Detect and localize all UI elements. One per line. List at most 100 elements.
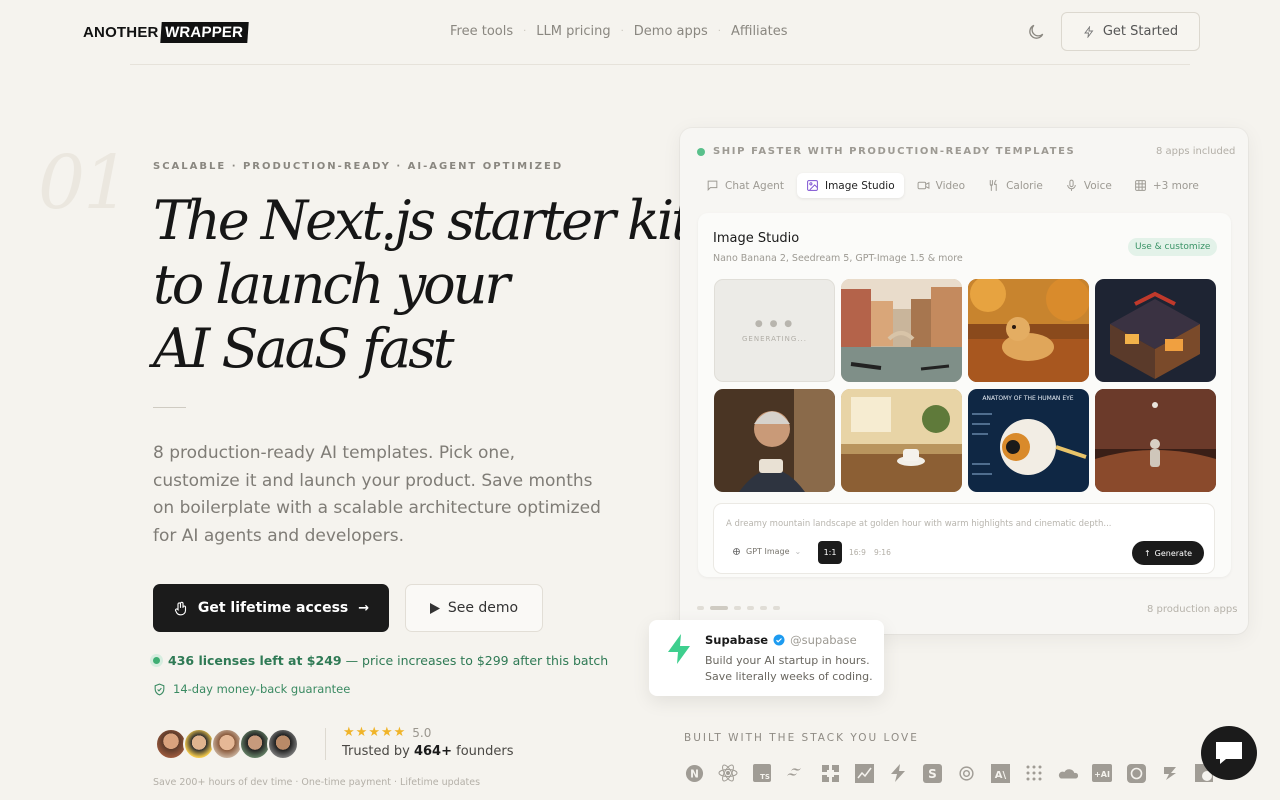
video-icon bbox=[917, 181, 930, 190]
cafe-image bbox=[841, 389, 962, 492]
author-name: Supabase bbox=[705, 633, 769, 647]
guarantee-text: 14-day money-back guarantee bbox=[173, 682, 351, 696]
grid-icon bbox=[1134, 180, 1146, 191]
chat-bubble-icon bbox=[1216, 742, 1242, 764]
stack-title: BUILT WITH THE STACK YOU LOVE bbox=[684, 732, 919, 744]
trusted-suffix: founders bbox=[456, 744, 514, 759]
tab-chat-agent[interactable]: Chat Agent bbox=[697, 173, 793, 198]
image-tile-astronaut[interactable] bbox=[1095, 389, 1216, 492]
tab-voice[interactable]: Voice bbox=[1056, 173, 1121, 198]
ratio-16-9-button[interactable]: 16:9 bbox=[849, 548, 866, 557]
pager-dot[interactable] bbox=[773, 606, 780, 610]
trusted-prefix: Trusted by bbox=[342, 744, 410, 759]
model-select[interactable]: GPT Image ⌄ bbox=[732, 547, 801, 556]
image-tile-ramen-shop[interactable] bbox=[1095, 279, 1216, 382]
eye-caption: ANATOMY OF THE HUMAN EYE bbox=[982, 395, 1073, 402]
star-icon: ★ bbox=[368, 725, 380, 740]
pager-dot[interactable] bbox=[734, 606, 741, 610]
image-icon bbox=[807, 180, 818, 191]
generating-tile: ● ● ● GENERATING... bbox=[714, 279, 835, 382]
pager-dot-active[interactable] bbox=[710, 606, 728, 610]
see-demo-label: See demo bbox=[447, 600, 519, 616]
hero-footnote: Save 200+ hours of dev time · One-time p… bbox=[153, 777, 481, 788]
get-lifetime-access-button[interactable]: Get lifetime access → bbox=[153, 584, 389, 632]
studio-subtitle: Nano Banana 2, Seedream 5, GPT-Image 1.5… bbox=[713, 253, 963, 264]
dog-image bbox=[968, 279, 1089, 382]
nav-demo-apps[interactable]: Demo apps bbox=[624, 24, 718, 39]
status-dot-icon bbox=[153, 657, 160, 664]
rating-stars: ★ ★ ★ ★ ★ 5.0 bbox=[343, 725, 431, 740]
nav-affiliates[interactable]: Affiliates bbox=[721, 24, 798, 39]
replicate-icon bbox=[1024, 763, 1044, 783]
svg-text:A\: A\ bbox=[994, 770, 1006, 781]
bolt-icon bbox=[1083, 25, 1094, 38]
tab-label: Chat Agent bbox=[725, 179, 784, 192]
testimonial-quote: Build your AI startup in hours. Save lit… bbox=[705, 653, 873, 685]
studio-title: Image Studio bbox=[713, 231, 800, 246]
portrait-image bbox=[714, 389, 835, 492]
openai-icon bbox=[733, 548, 740, 555]
tab-label: +3 more bbox=[1152, 179, 1199, 192]
chat-widget-button[interactable] bbox=[1201, 726, 1257, 780]
moon-icon[interactable] bbox=[1026, 22, 1046, 42]
quote-line: Save literally weeks of coding. bbox=[705, 670, 873, 683]
ratio-9-16-button[interactable]: 9:16 bbox=[874, 548, 891, 557]
author-handle: @supabase bbox=[790, 633, 857, 647]
use-customize-badge: Use & customize bbox=[1128, 238, 1218, 256]
rating-divider bbox=[325, 728, 326, 760]
chat-icon bbox=[707, 180, 718, 192]
stripe-icon: S bbox=[922, 763, 942, 783]
chart-icon bbox=[854, 763, 874, 783]
image-tile-cafe[interactable] bbox=[841, 389, 962, 492]
logo[interactable]: ANOTHER WRAPPER bbox=[83, 20, 249, 44]
see-demo-button[interactable]: See demo bbox=[405, 584, 543, 632]
image-tile-eye-anatomy[interactable]: ANATOMY OF THE HUMAN EYE bbox=[968, 389, 1089, 492]
status-dot-icon bbox=[697, 147, 705, 156]
tab-label: Voice bbox=[1083, 179, 1112, 192]
generate-button[interactable]: ↑ Generate bbox=[1132, 541, 1204, 565]
licenses-price-note: — price increases to $299 after this bat… bbox=[345, 653, 609, 668]
get-started-button[interactable]: Get Started bbox=[1061, 12, 1200, 51]
showcase-heading-text: SHIP FASTER WITH PRODUCTION-READY TEMPLA… bbox=[713, 146, 1076, 157]
ratio-1-1-button[interactable]: 1:1 bbox=[818, 541, 842, 564]
pager-dot[interactable] bbox=[747, 606, 754, 610]
chevron-down-icon: ⌄ bbox=[794, 547, 802, 556]
founder-avatars bbox=[155, 728, 299, 760]
tab-image-studio[interactable]: Image Studio bbox=[796, 173, 904, 198]
tab-more[interactable]: +3 more bbox=[1125, 173, 1208, 198]
mistral-icon bbox=[1126, 763, 1146, 783]
arrow-up-icon: ↑ bbox=[1143, 548, 1151, 558]
arrow-right-icon: → bbox=[358, 600, 370, 616]
venice-image bbox=[841, 279, 962, 382]
production-apps-count: 8 production apps bbox=[1147, 604, 1238, 615]
isometric-shop-image bbox=[1095, 279, 1216, 382]
apps-included: 8 apps included bbox=[1156, 146, 1236, 157]
typescript-icon: TS bbox=[752, 763, 772, 783]
tab-calorie[interactable]: Calorie bbox=[978, 173, 1052, 198]
app-tabs: Chat Agent Image Studio Video Calorie Vo… bbox=[697, 173, 1208, 198]
rating-score: 5.0 bbox=[412, 725, 432, 740]
tab-video[interactable]: Video bbox=[908, 173, 974, 198]
nav-free-tools[interactable]: Free tools bbox=[440, 24, 523, 39]
image-tile-dog[interactable] bbox=[968, 279, 1089, 382]
trusted-count: 464+ bbox=[413, 744, 452, 759]
trusted-by: Trusted by 464+ founders bbox=[342, 744, 514, 759]
quote-line: Build your AI startup in hours. bbox=[705, 654, 870, 667]
shadcn-icon bbox=[820, 763, 840, 783]
tech-stack-logos: N TS S A\ +AI bbox=[684, 763, 1214, 783]
prompt-text[interactable]: A dreamy mountain landscape at golden ho… bbox=[726, 519, 1111, 529]
nav-llm-pricing[interactable]: LLM pricing bbox=[526, 24, 620, 39]
react-icon bbox=[718, 763, 738, 783]
shield-check-icon bbox=[154, 683, 165, 696]
star-icon: ★ bbox=[393, 725, 406, 740]
loading-dots-icon: ● ● ● bbox=[754, 318, 795, 329]
pager-dot[interactable] bbox=[697, 606, 704, 610]
image-tile-venice[interactable] bbox=[841, 279, 962, 382]
headline-line-3: AI SaaS fast bbox=[153, 317, 455, 380]
pager-dot[interactable] bbox=[760, 606, 767, 610]
avatar bbox=[267, 728, 299, 760]
deepseek-icon bbox=[1160, 763, 1180, 783]
image-tile-portrait[interactable] bbox=[714, 389, 835, 492]
play-icon bbox=[429, 602, 440, 614]
guarantee-notice: 14-day money-back guarantee bbox=[153, 682, 350, 696]
